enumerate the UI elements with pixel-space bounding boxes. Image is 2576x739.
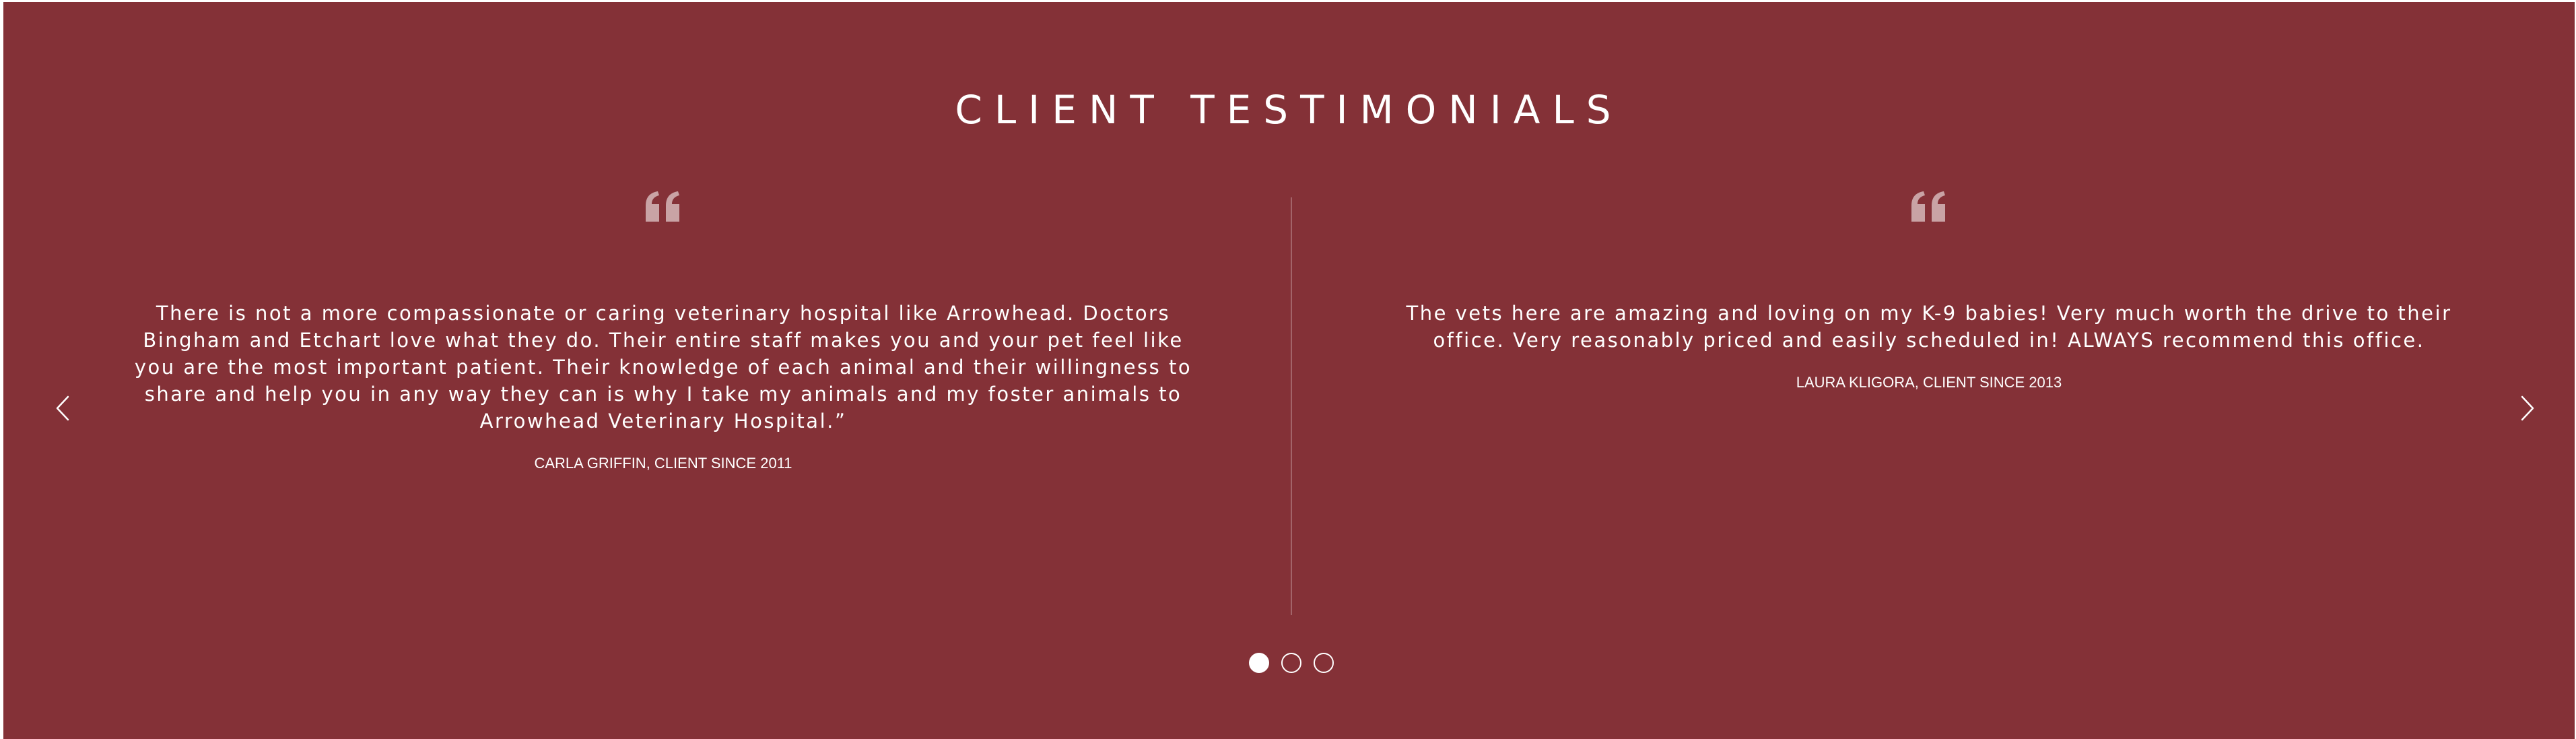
testimonial-card: There is not a more compassionate or car… <box>111 191 1215 474</box>
pagination-dot-1[interactable] <box>1249 653 1269 673</box>
pagination-dot-2[interactable] <box>1281 653 1301 673</box>
prev-slide-button[interactable] <box>49 391 76 425</box>
testimonial-quote: There is not a more compassionate or car… <box>134 302 1192 432</box>
testimonial-author: LAURA KLIGORA, CLIENT SINCE 2013 <box>1796 374 2062 391</box>
slide-divider <box>1291 197 1292 615</box>
quote-icon <box>111 191 1215 231</box>
testimonials-section: CLIENT TESTIMONIALS There is not a more … <box>3 2 2575 739</box>
testimonial-quote: The vets here are amazing and loving on … <box>1406 302 2452 352</box>
section-title: CLIENT TESTIMONIALS <box>955 87 1623 133</box>
chevron-left-icon <box>56 395 69 421</box>
carousel-pagination <box>1249 653 1334 676</box>
pagination-dot-3[interactable] <box>1314 653 1334 673</box>
chevron-right-icon <box>2521 395 2534 421</box>
next-slide-button[interactable] <box>2514 391 2541 425</box>
quote-icon <box>1377 191 2481 231</box>
testimonial-card: The vets here are amazing and loving on … <box>1377 191 2481 393</box>
testimonial-author: CARLA GRIFFIN, CLIENT SINCE 2011 <box>534 455 792 472</box>
